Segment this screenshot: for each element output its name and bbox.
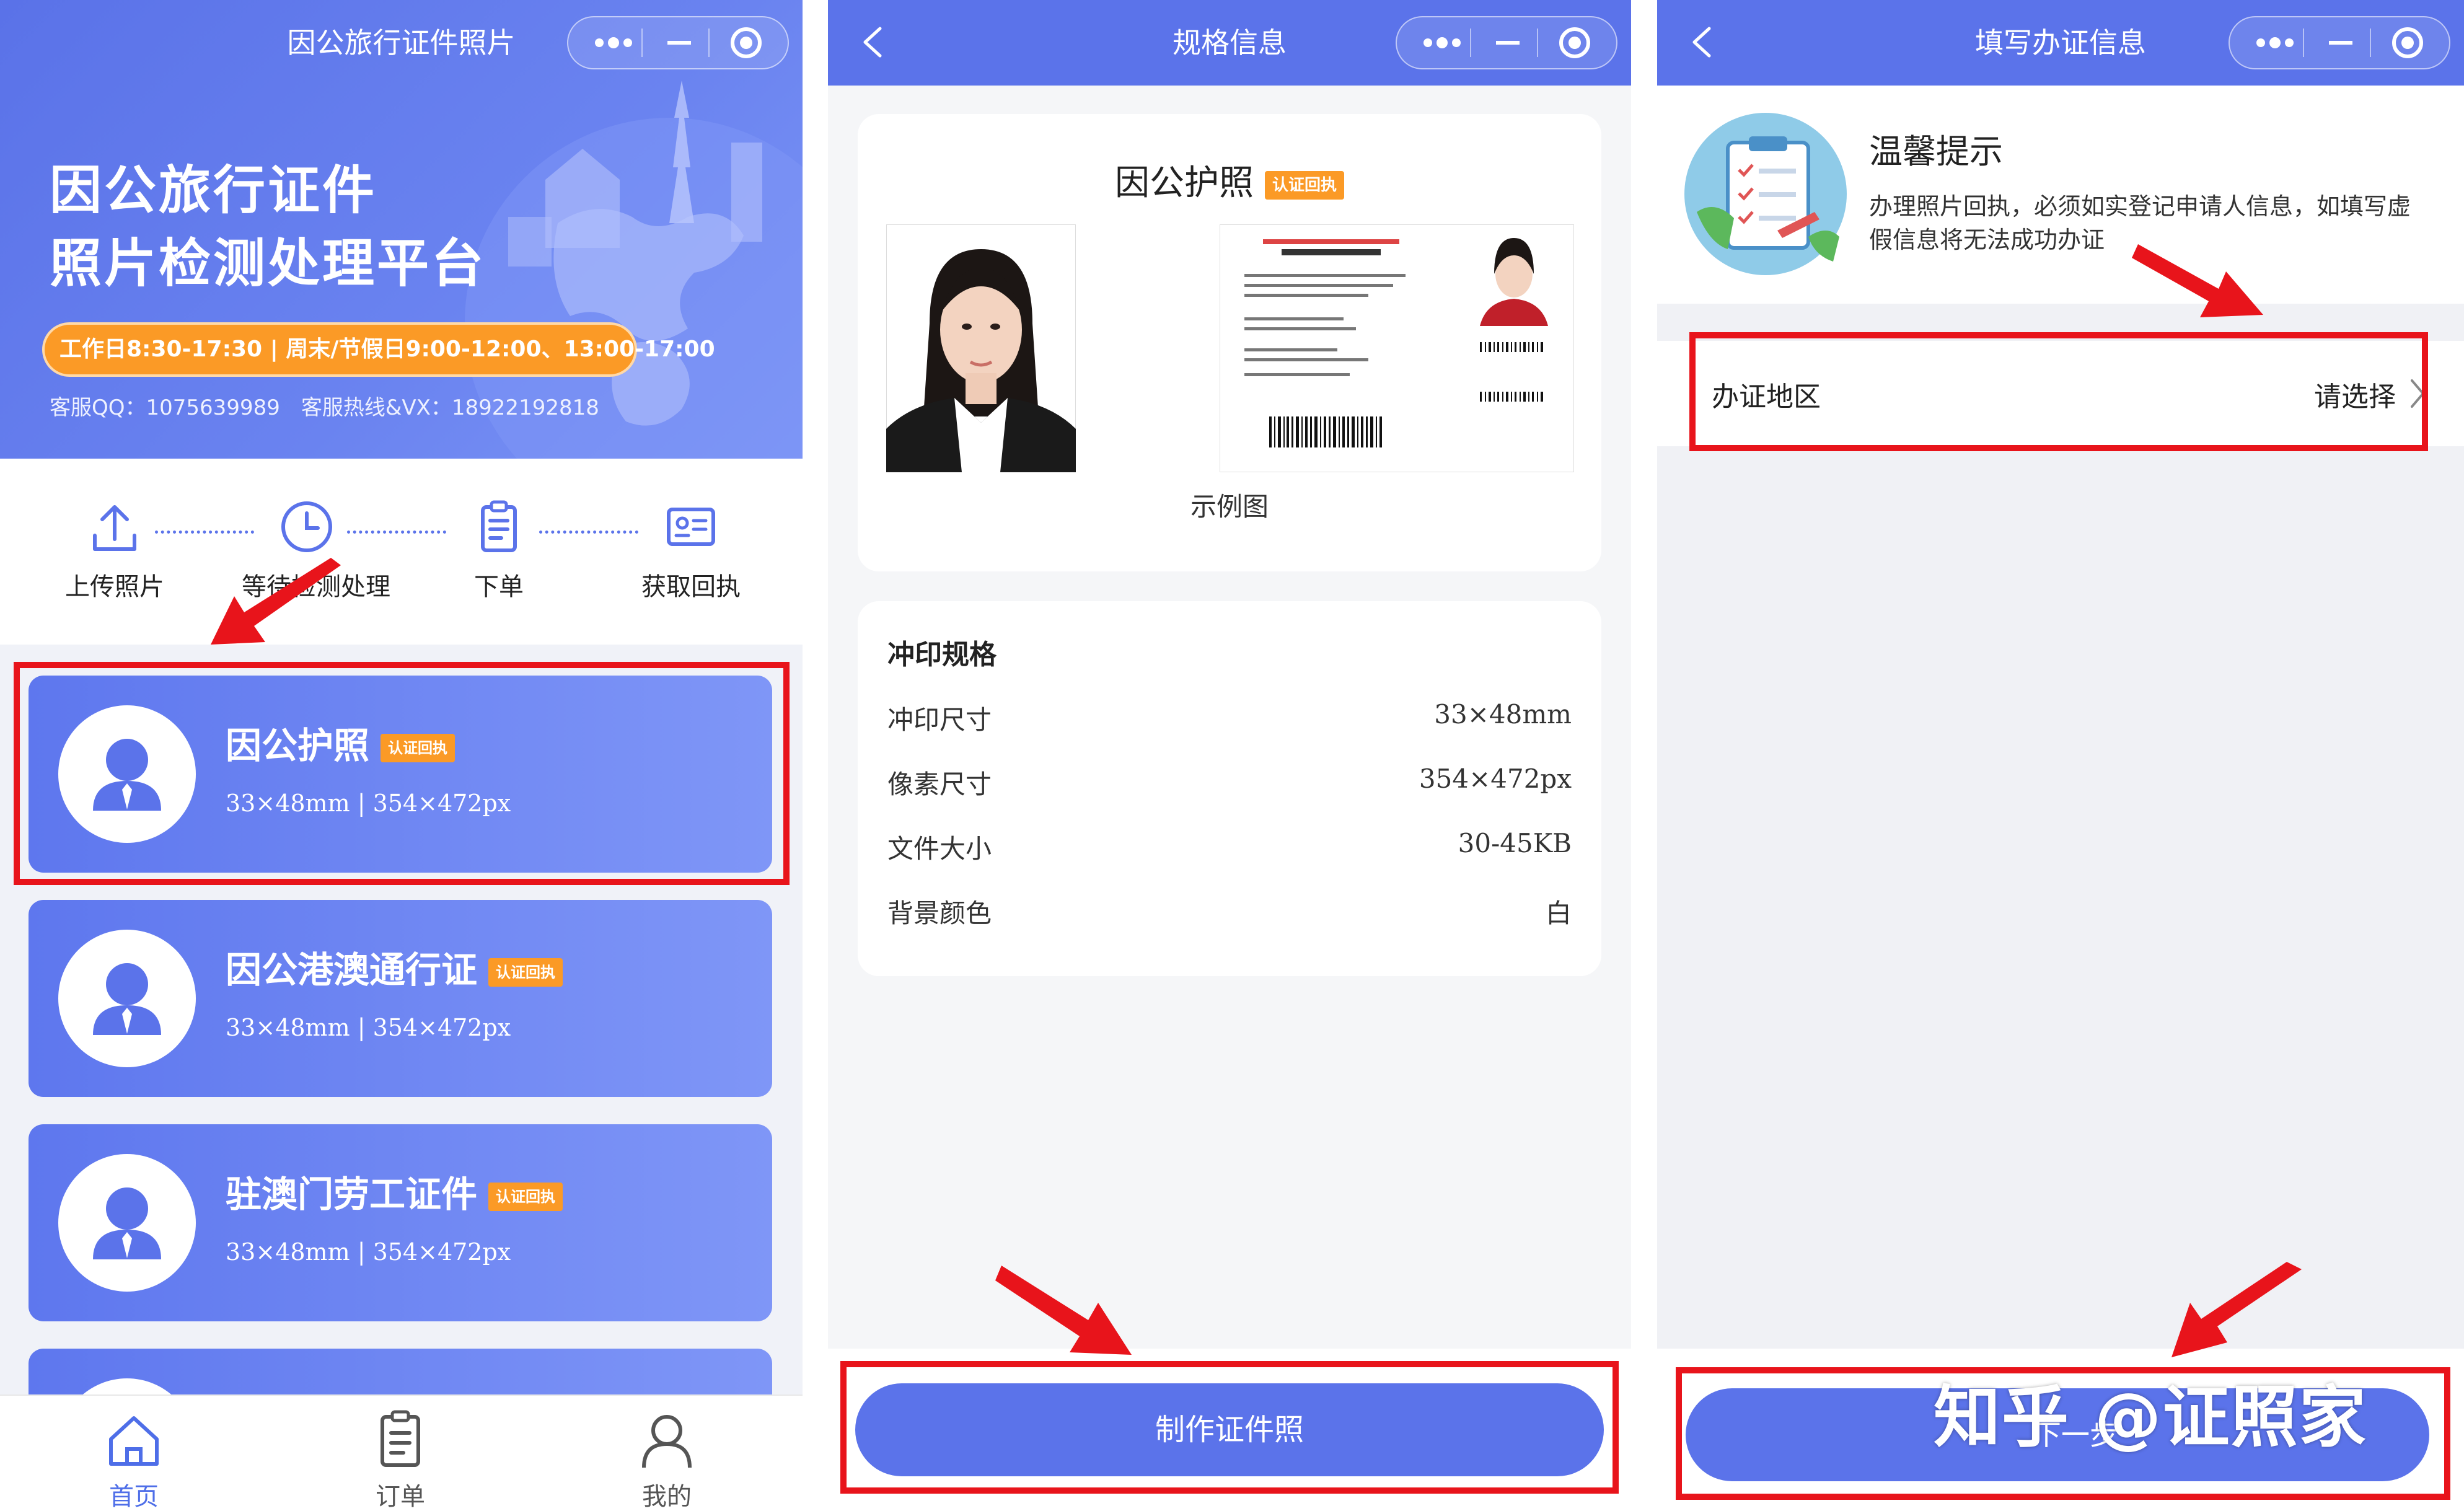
tab-profile[interactable]: 我的 — [574, 1396, 760, 1511]
tab-label: 我的 — [642, 1482, 692, 1511]
order-clipboard-icon — [481, 500, 517, 552]
close-circle-icon[interactable] — [712, 17, 780, 68]
nav-bar: 填写办证信息 — [1657, 0, 2464, 86]
avatar — [58, 1154, 196, 1292]
spec-value: 白 — [1545, 898, 1572, 928]
clock-icon — [281, 501, 332, 552]
spec-title: 因公护照 认证回执 — [858, 155, 1601, 205]
spec-row: 冲印尺寸 33×48mm — [887, 699, 1572, 749]
tab-home[interactable]: 首页 — [41, 1396, 227, 1511]
mini-program-capsule — [2229, 16, 2450, 69]
spec-row: 像素尺寸 354×472px — [887, 764, 1572, 813]
hero-banner: 因公旅行证件照片 因公旅行证件 照片检测处理平台 工作日8:30-17:30 |… — [0, 0, 803, 459]
spec-row: 背景颜色 白 — [887, 892, 1572, 942]
order-list-icon — [381, 1410, 420, 1467]
close-circle-icon[interactable] — [2374, 17, 2442, 68]
spec-value: 30-45KB — [1458, 828, 1572, 858]
sample-card: 因公护照 认证回执 示例图 — [858, 114, 1601, 571]
hero-title-line-2: 照片检测处理平台 — [50, 233, 486, 294]
more-icon[interactable] — [2241, 17, 2309, 68]
card-name: 驻澳门劳工证件 — [226, 1173, 478, 1215]
step-upload: 上传照片 — [50, 496, 180, 602]
card-hk-macau-pass[interactable]: 因公港澳通行证 认证回执 33×48mm | 354×472px — [29, 900, 772, 1097]
receipt-card-icon — [667, 508, 715, 546]
spec-key: 冲印尺寸 — [887, 705, 992, 735]
card-title: 因公港澳通行证 认证回执 — [226, 941, 563, 993]
card-macau-labor-permit[interactable]: 驻澳门劳工证件 认证回执 33×48mm | 354×472px — [29, 1124, 772, 1321]
spec-value: 354×472px — [1419, 764, 1572, 794]
minimize-icon[interactable] — [645, 17, 713, 68]
hero-title: 因公旅行证件 照片检测处理平台 — [50, 154, 486, 300]
spec-key: 文件大小 — [887, 834, 992, 864]
mini-program-capsule — [567, 16, 789, 69]
card-title: 驻澳门劳工证件 认证回执 — [226, 1165, 563, 1217]
mini-program-capsule — [1396, 16, 1617, 69]
home-icon — [109, 1416, 159, 1466]
sample-caption: 示例图 — [1190, 491, 1269, 522]
avatar — [58, 930, 196, 1067]
receipt-badge: 认证回执 — [488, 958, 563, 987]
spec-key: 背景颜色 — [887, 898, 992, 928]
highlight-box — [1689, 332, 2428, 451]
person-icon — [93, 963, 161, 1035]
print-spec-card: 冲印规格 冲印尺寸 33×48mm 像素尺寸 354×472px 文件大小 30-45… — [858, 601, 1601, 976]
close-circle-icon[interactable] — [1541, 17, 1609, 68]
tab-bar: 首页 订单 我的 — [0, 1394, 803, 1511]
card-spec: 33×48mm | 354×472px — [226, 1238, 511, 1266]
spec-info-screen: 规格信息 因公护照 认证回执 示例图 冲印规格 冲印尺寸 33×48mm 像素尺… — [828, 0, 1631, 1511]
spec-key: 像素尺寸 — [887, 769, 992, 800]
hero-title-line-1: 因公旅行证件 — [50, 160, 377, 221]
clipboard-illustration-icon — [1684, 113, 1847, 275]
card-name: 因公港澳通行证 — [226, 949, 478, 991]
card-spec: 33×48mm | 354×472px — [226, 1014, 511, 1041]
spec-value: 33×48mm — [1434, 699, 1572, 729]
red-arrow-icon — [2171, 1262, 2302, 1357]
tips-title: 温馨提示 — [1869, 132, 2003, 171]
more-icon[interactable] — [1408, 17, 1476, 68]
highlight-box — [14, 662, 790, 885]
sample-portrait-photo — [886, 224, 1076, 472]
contact-info: 客服QQ：1075639989 客服热线&VX：18922192818 — [50, 395, 599, 420]
sample-receipt-image — [1220, 224, 1574, 472]
tab-label: 订单 — [376, 1482, 425, 1511]
process-steps: 上传照片 等待检测处理 下单 获取回执 — [0, 459, 803, 645]
minimize-icon[interactable] — [1474, 17, 1542, 68]
receipt-badge: 认证回执 — [1264, 170, 1344, 200]
section-title: 冲印规格 — [887, 639, 997, 671]
red-arrow-icon — [2132, 244, 2263, 317]
receipt-badge: 认证回执 — [488, 1182, 563, 1211]
minimize-icon[interactable] — [2307, 17, 2375, 68]
step-label: 下单 — [474, 573, 524, 601]
watermark-text: 知乎 @证照家 — [1934, 1379, 2367, 1456]
spec-name: 因公护照 — [1114, 163, 1254, 203]
step-order: 下单 — [434, 496, 564, 602]
step-label: 上传照片 — [65, 573, 164, 601]
red-arrow-icon — [211, 558, 341, 645]
red-arrow-icon — [995, 1266, 1132, 1355]
step-label: 获取回执 — [641, 573, 741, 601]
fill-info-screen: 填写办证信息 温馨提示 办理照片回执，必须如实登记申请人信息，如填写虚假信息将无… — [1657, 0, 2464, 1511]
person-icon — [93, 1187, 161, 1259]
tab-orders[interactable]: 订单 — [307, 1396, 493, 1511]
spec-row: 文件大小 30-45KB — [887, 828, 1572, 878]
upload-icon — [93, 505, 136, 551]
warm-tips: 温馨提示 办理照片回执，必须如实登记申请人信息，如填写虚假信息将无法成功办证 — [1657, 86, 2464, 304]
more-icon[interactable] — [579, 17, 648, 68]
highlight-box — [840, 1361, 1619, 1494]
home-screen: 因公旅行证件照片 因公旅行证件 照片检测处理平台 工作日8:30-17:30 |… — [0, 0, 803, 1511]
step-receipt: 获取回执 — [626, 496, 756, 602]
nav-bar: 规格信息 — [828, 0, 1631, 86]
tab-label: 首页 — [109, 1482, 159, 1511]
service-hours-pill: 工作日8:30-17:30 | 周末/节假日9:00-12:00、13:00-1… — [42, 322, 715, 377]
profile-icon — [642, 1415, 692, 1468]
